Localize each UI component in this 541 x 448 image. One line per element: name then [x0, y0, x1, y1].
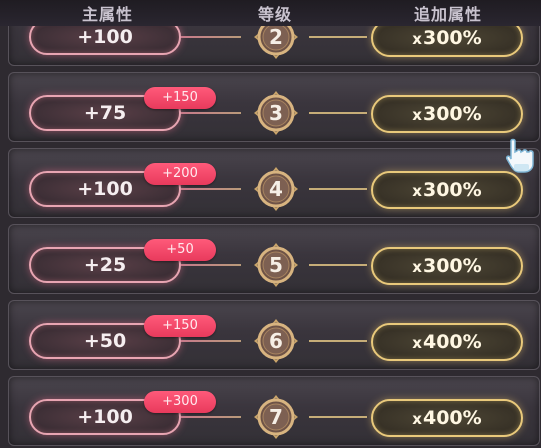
- attribute-level-list: +100 2 x300% +75 +150 3 x300% +100 +200 …: [0, 0, 541, 448]
- level-badge: 7: [253, 394, 299, 440]
- connector-line: [309, 112, 367, 114]
- connector-line: [181, 264, 241, 266]
- multiplier-prefix: x: [412, 30, 422, 48]
- connector-line: [309, 340, 367, 342]
- bonus-badge: +50: [144, 239, 216, 261]
- level-number: 4: [269, 177, 283, 201]
- multiplier-prefix: x: [412, 182, 422, 200]
- multiplier-value: 400%: [422, 331, 482, 353]
- multiplier-value: 300%: [422, 103, 482, 125]
- level-badge: 4: [253, 166, 299, 212]
- extra-attribute-value: x400%: [371, 323, 523, 361]
- extra-attribute-value: x300%: [371, 95, 523, 133]
- bonus-badge: +200: [144, 163, 216, 185]
- bonus-badge: +150: [144, 315, 216, 337]
- multiplier-value: 400%: [422, 407, 482, 429]
- pointing-hand-cursor-icon: [505, 138, 535, 174]
- level-number: 7: [269, 405, 283, 429]
- connector-line: [181, 188, 241, 190]
- multiplier-value: 300%: [422, 27, 482, 49]
- level-number: 5: [269, 253, 283, 277]
- connector-line: [309, 264, 367, 266]
- connector-line: [309, 416, 367, 418]
- level-badge: 3: [253, 90, 299, 136]
- header-extra-attribute: 追加属性: [414, 5, 483, 24]
- bonus-badge: +150: [144, 87, 216, 109]
- level-number: 6: [269, 329, 283, 353]
- multiplier-prefix: x: [412, 410, 422, 428]
- multiplier-value: 300%: [422, 179, 482, 201]
- connector-line: [181, 416, 241, 418]
- level-row[interactable]: +100 +300 7 x400%: [8, 376, 540, 446]
- connector-line: [181, 112, 241, 114]
- level-badge: 5: [253, 242, 299, 288]
- connector-line: [181, 340, 241, 342]
- level-row[interactable]: +25 +50 5 x300%: [8, 224, 540, 294]
- extra-attribute-value: x300%: [371, 247, 523, 285]
- extra-attribute-value: x400%: [371, 399, 523, 437]
- extra-attribute-value: x300%: [371, 171, 523, 209]
- column-header-bar: 主属性 等级 追加属性: [0, 0, 541, 26]
- multiplier-value: 300%: [422, 255, 482, 277]
- multiplier-prefix: x: [412, 106, 422, 124]
- connector-line: [309, 36, 367, 38]
- level-row[interactable]: +100 +200 4 x300%: [8, 148, 540, 218]
- level-row[interactable]: +75 +150 3 x300%: [8, 72, 540, 142]
- level-badge: 6: [253, 318, 299, 364]
- level-row[interactable]: +50 +150 6 x400%: [8, 300, 540, 370]
- level-number: 3: [269, 101, 283, 125]
- connector-line: [181, 36, 241, 38]
- header-main-attribute: 主属性: [82, 5, 134, 24]
- header-level: 等级: [258, 5, 293, 24]
- bonus-badge: +300: [144, 391, 216, 413]
- multiplier-prefix: x: [412, 258, 422, 276]
- multiplier-prefix: x: [412, 334, 422, 352]
- connector-line: [309, 188, 367, 190]
